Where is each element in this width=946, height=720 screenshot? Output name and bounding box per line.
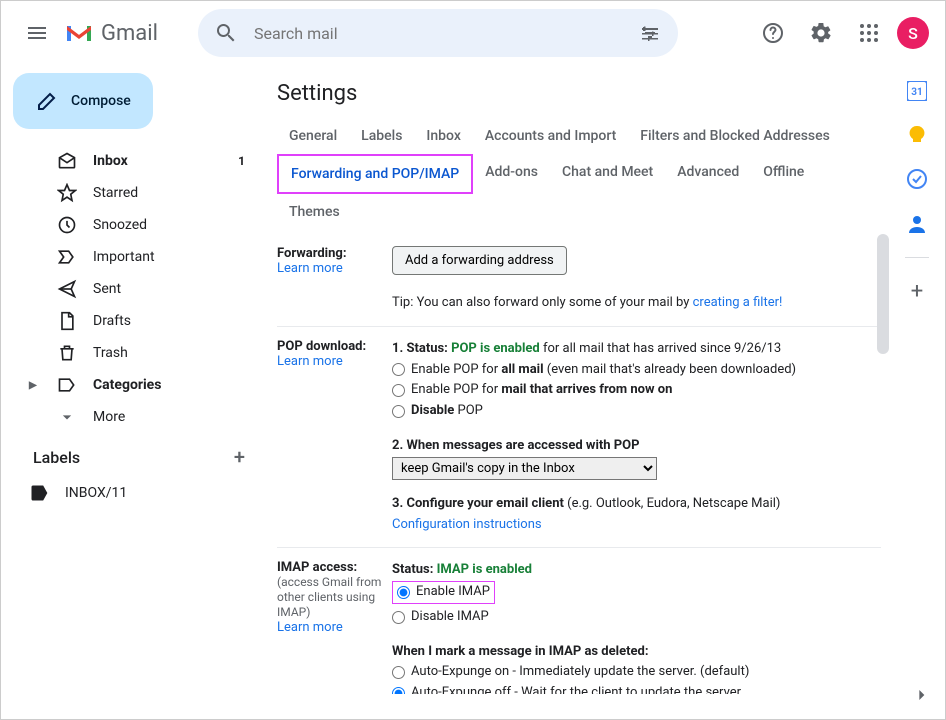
tab-advanced[interactable]: Advanced [665,154,751,194]
imap-enable-radio[interactable] [397,586,410,599]
sidebar-item-trash[interactable]: Trash [9,337,257,369]
imap-deleted-label: When I mark a message in IMAP as deleted… [392,644,649,659]
tab-inbox[interactable]: Inbox [414,118,472,154]
pop-action-select[interactable]: keep Gmail's copy in the Inbox [392,457,657,480]
imap-disable-radio[interactable] [392,611,405,624]
side-panel: 31 + [889,65,945,719]
pop-download-label: POP download: [277,339,366,354]
clock-icon [57,215,77,235]
settings-gear-icon[interactable] [801,13,841,53]
sidebar-item-snoozed[interactable]: Snoozed [9,209,257,241]
tab-accounts-and-import[interactable]: Accounts and Import [473,118,628,154]
settings-title: Settings [277,81,889,106]
category-icon [57,375,77,395]
compose-label: Compose [71,93,131,109]
side-panel-toggle[interactable] [911,685,931,705]
sidebar-item-sent[interactable]: Sent [9,273,257,305]
tab-offline[interactable]: Offline [751,154,816,194]
tab-chat-and-meet[interactable]: Chat and Meet [550,154,665,194]
user-label-item[interactable]: INBOX/11 [9,477,257,509]
pop-enable-new-radio[interactable] [392,384,405,397]
search-icon[interactable] [206,13,246,53]
pop-enable-all-radio[interactable] [392,363,405,376]
tab-labels[interactable]: Labels [349,118,414,154]
send-icon [57,279,77,299]
tab-themes[interactable]: Themes [277,194,352,230]
pop-learn-more-link[interactable]: Learn more [277,354,343,369]
pop-config-link[interactable]: Configuration instructions [392,517,542,532]
forwarding-tip-text: Tip: You can also forward only some of y… [392,295,693,310]
tab-forwarding-and-pop-imap[interactable]: Forwarding and POP/IMAP [277,154,473,194]
pop-status-value: POP is enabled [451,341,540,356]
star-icon [57,183,77,203]
support-icon[interactable] [753,13,793,53]
account-avatar[interactable]: S [897,17,929,49]
keep-app-icon[interactable] [907,125,927,145]
forwarding-learn-more-link[interactable]: Learn more [277,261,343,276]
expunge-off-radio[interactable] [392,687,405,694]
sidebar: Compose Inbox1StarredSnoozedImportantSen… [1,65,257,719]
tasks-app-icon[interactable] [907,169,927,189]
compose-button[interactable]: Compose [13,73,153,129]
forwarding-label: Forwarding: [277,246,347,261]
svg-text:31: 31 [911,87,922,98]
create-filter-link[interactable]: creating a filter! [693,295,783,310]
pop-disable-radio[interactable] [392,405,405,418]
imap-subtext: (access Gmail from other clients using I… [277,575,381,619]
trash-icon [57,343,77,363]
add-app-icon[interactable]: + [907,282,927,302]
sidebar-item-inbox[interactable]: Inbox1 [9,145,257,177]
tab-add-ons[interactable]: Add-ons [473,154,550,194]
search-input[interactable] [254,24,622,43]
imap-access-label: IMAP access: [277,560,357,575]
add-forwarding-address-button[interactable]: Add a forwarding address [392,246,567,275]
main-menu-button[interactable] [17,13,57,53]
draft-icon [57,311,77,331]
expunge-on-radio[interactable] [392,666,405,679]
inbox-icon [57,151,77,171]
user-label-text: INBOX/11 [65,485,127,501]
sidebar-item-important[interactable]: Important [9,241,257,273]
sidebar-item-more[interactable]: More [9,401,257,433]
search-bar[interactable] [198,9,678,57]
add-label-button[interactable]: + [234,445,245,469]
more-icon [57,407,77,427]
sidebar-item-categories[interactable]: ▶Categories [9,369,257,401]
search-options-icon[interactable] [630,13,670,53]
labels-heading: Labels [33,448,80,467]
calendar-app-icon[interactable]: 31 [907,81,927,101]
scrollbar[interactable] [877,234,889,354]
settings-panel: Settings GeneralLabelsInboxAccounts and … [257,65,889,719]
tab-filters-and-blocked-addresses[interactable]: Filters and Blocked Addresses [628,118,842,154]
gmail-logo[interactable]: Gmail [65,21,158,46]
tab-general[interactable]: General [277,118,349,154]
apps-grid-icon[interactable] [849,13,889,53]
imap-learn-more-link[interactable]: Learn more [277,620,343,635]
sidebar-item-starred[interactable]: Starred [9,177,257,209]
sidebar-item-drafts[interactable]: Drafts [9,305,257,337]
important-icon [57,247,77,267]
contacts-app-icon[interactable] [907,213,927,233]
imap-status-value: IMAP is enabled [437,562,532,577]
logo-text: Gmail [101,21,158,46]
pop-q2-label: 2. When messages are accessed with POP [392,438,640,453]
